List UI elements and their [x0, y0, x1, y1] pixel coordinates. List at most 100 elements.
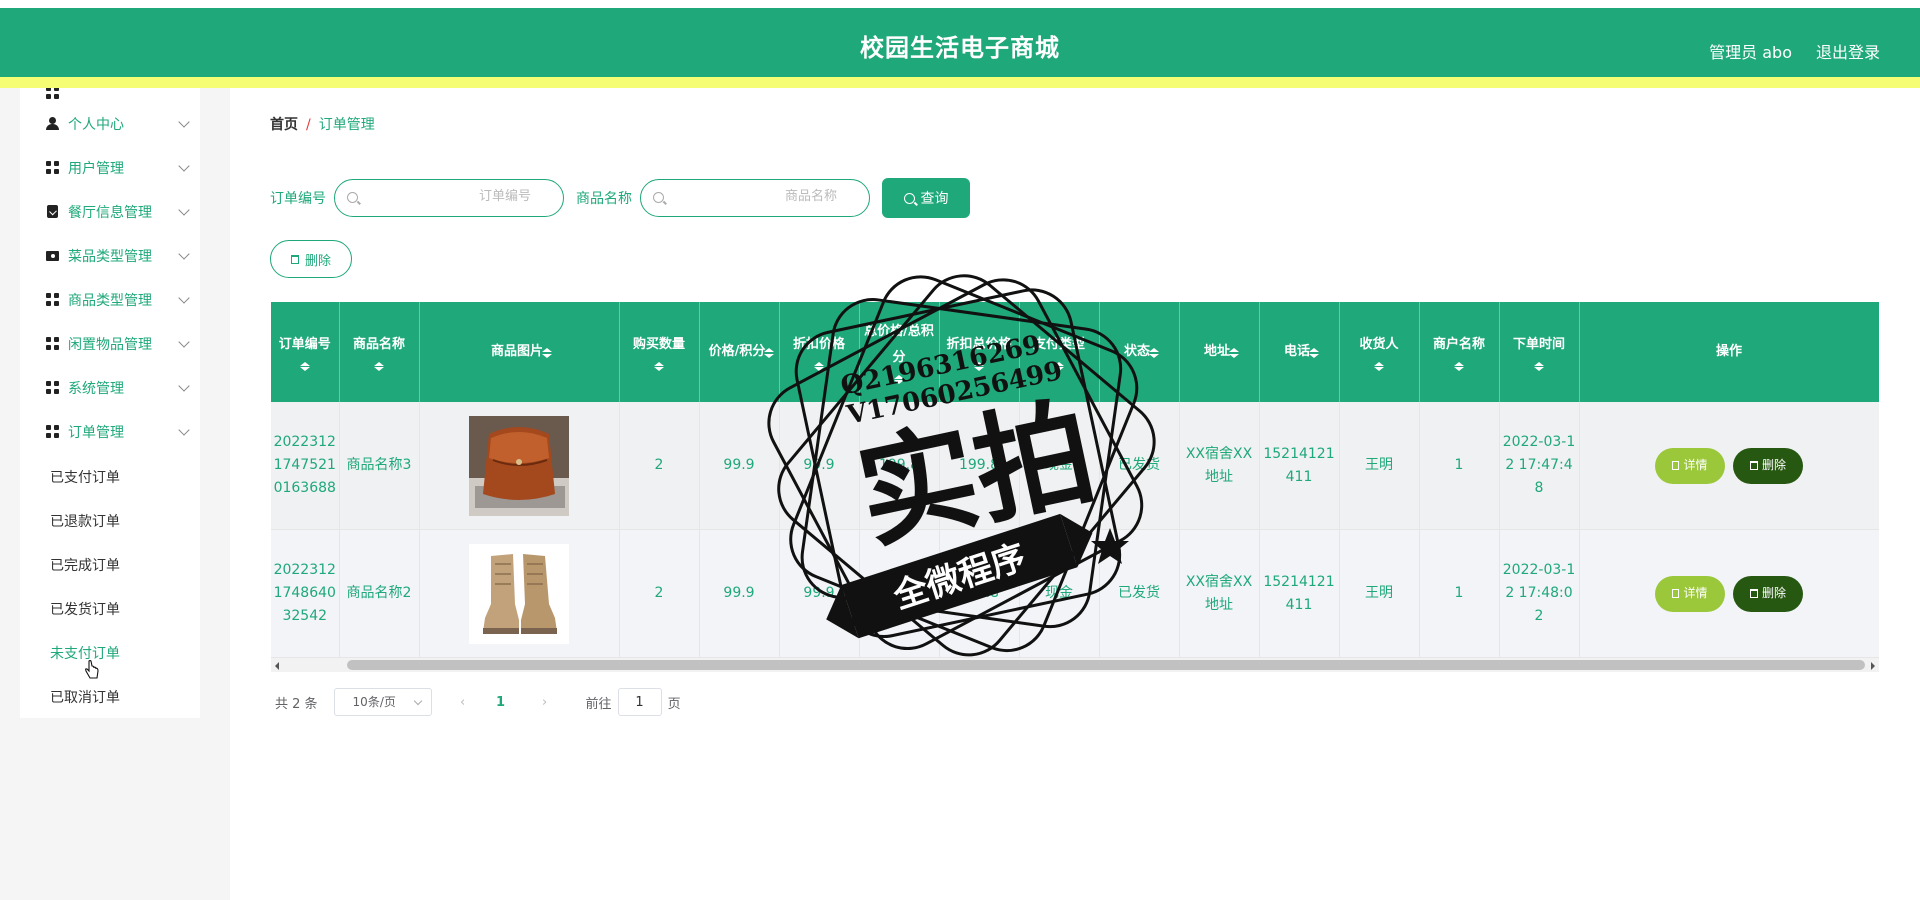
column-header[interactable]: 折扣价格: [779, 302, 860, 402]
sidebar-item-home[interactable]: [20, 88, 200, 102]
breadcrumb-home[interactable]: 首页: [270, 117, 298, 133]
chevron-down-icon: [178, 336, 190, 348]
query-button-label: 查询: [920, 191, 949, 207]
cell-actions: 详情 删除: [1579, 402, 1879, 530]
cell-discount-total: 199.8: [939, 402, 1020, 530]
submenu-unpaid-orders[interactable]: 未支付订单: [20, 630, 200, 674]
sidebar-item-restaurant-management[interactable]: 餐厅信息管理: [20, 190, 200, 234]
column-header[interactable]: 状态: [1099, 302, 1180, 402]
search-icon: [347, 192, 358, 203]
column-header[interactable]: 总价格/总积分: [859, 302, 940, 402]
detail-button-label: 详情: [1683, 458, 1708, 472]
submenu-shipped-orders[interactable]: 已发货订单: [20, 586, 200, 630]
page-number[interactable]: 1: [488, 695, 514, 710]
chevron-down-icon: [178, 116, 190, 128]
column-header[interactable]: 地址: [1179, 302, 1260, 402]
grid-icon: [46, 381, 59, 394]
orders-table: 订单编号 商品名称 商品图片 购买数量 价格/积分 折扣价格 总价格/总积分 折…: [271, 302, 1879, 658]
cell-status: 已发货: [1099, 529, 1180, 658]
cell-time: 2022-03-12 17:48:02: [1499, 529, 1580, 658]
submenu-completed-orders[interactable]: 已完成订单: [20, 542, 200, 586]
sidebar-item-dish-type-management[interactable]: 菜品类型管理: [20, 234, 200, 278]
sort-icon[interactable]: [1534, 358, 1544, 372]
submenu-paid-orders[interactable]: 已支付订单: [20, 454, 200, 498]
row-delete-label: 删除: [1761, 586, 1786, 600]
breadcrumb: 首页 / 订单管理: [270, 114, 375, 134]
sidebar-item-label: 个人中心: [68, 117, 124, 133]
submenu-label: 已发货订单: [50, 602, 120, 618]
submenu-label: 已取消订单: [50, 690, 120, 706]
order-no-search-field: [334, 179, 564, 217]
batch-delete-button[interactable]: 删除: [270, 240, 352, 278]
prev-page-icon[interactable]: ‹: [448, 695, 478, 710]
column-header[interactable]: 购买数量: [619, 302, 700, 402]
sort-icon[interactable]: [814, 358, 824, 372]
row-delete-button[interactable]: 删除: [1733, 575, 1803, 612]
sort-icon[interactable]: [654, 358, 664, 372]
sidebar-item-label: 商品类型管理: [68, 293, 152, 309]
goto-page-input[interactable]: [617, 688, 662, 716]
sidebar-item-user-management[interactable]: 用户管理: [20, 146, 200, 190]
cell-phone: 15214121411: [1259, 529, 1340, 658]
column-header[interactable]: 支付类型: [1019, 302, 1100, 402]
cell-order-no: 20223121747521 0163688: [271, 402, 340, 530]
scrollbar-thumb[interactable]: [347, 660, 1865, 670]
column-header[interactable]: 商品图片: [419, 302, 620, 402]
user-icon: [46, 117, 59, 130]
sidebar-item-product-type-management[interactable]: 商品类型管理: [20, 278, 200, 322]
ticket-icon: [46, 251, 59, 261]
submenu-cancelled-orders[interactable]: 已取消订单: [20, 674, 200, 718]
sidebar-item-idle-goods-management[interactable]: 闲置物品管理: [20, 322, 200, 366]
column-header[interactable]: 商品名称: [339, 302, 420, 402]
detail-button[interactable]: 详情: [1655, 575, 1725, 612]
trash-icon: [1749, 589, 1758, 598]
column-header[interactable]: 收货人: [1339, 302, 1420, 402]
column-header[interactable]: 商户名称: [1419, 302, 1500, 402]
row-delete-button[interactable]: 删除: [1733, 447, 1803, 484]
cell-product-image: [419, 402, 620, 530]
search-bar: 订单编号 商品名称 查询: [270, 178, 970, 218]
table-row: 20223121747521 0163688 商品名称3 2 99.9 99.9…: [271, 402, 1879, 530]
column-header[interactable]: 电话: [1259, 302, 1340, 402]
cell-status: 已发货: [1099, 402, 1180, 530]
product-image-boots[interactable]: [469, 543, 569, 644]
sort-icon[interactable]: [1054, 358, 1064, 372]
row-delete-label: 删除: [1761, 458, 1786, 472]
order-no-input[interactable]: [379, 188, 533, 205]
product-name-input[interactable]: [685, 188, 839, 205]
grid-icon: [46, 161, 59, 174]
query-button[interactable]: 查询: [882, 178, 970, 218]
scroll-right-icon[interactable]: [1871, 662, 1875, 670]
column-header[interactable]: 订单编号: [271, 302, 340, 402]
cell-pay-type: 现金: [1019, 529, 1100, 658]
document-icon: [1672, 461, 1680, 470]
sort-icon[interactable]: [1454, 358, 1464, 372]
submenu-refunded-orders[interactable]: 已退款订单: [20, 498, 200, 542]
detail-button[interactable]: 详情: [1655, 447, 1725, 484]
scroll-left-icon[interactable]: [275, 662, 279, 670]
sort-icon[interactable]: [974, 358, 984, 372]
column-header[interactable]: 折扣总价格: [939, 302, 1020, 402]
sort-icon[interactable]: [299, 358, 310, 372]
breadcrumb-separator: /: [306, 117, 311, 133]
cell-product-name: 商品名称2: [339, 529, 420, 658]
sidebar-item-order-management[interactable]: 订单管理: [20, 410, 200, 454]
logout-link[interactable]: 退出登录: [1816, 39, 1880, 63]
sort-icon[interactable]: [374, 358, 384, 372]
page-size-select[interactable]: 10条/页: [333, 688, 432, 716]
product-image-bag[interactable]: [469, 415, 569, 516]
admin-user-label[interactable]: 管理员 abo: [1709, 39, 1792, 63]
column-header[interactable]: 下单时间: [1499, 302, 1580, 402]
horizontal-scrollbar[interactable]: [271, 658, 1879, 672]
sort-icon[interactable]: [894, 371, 904, 385]
page-suffix: 页: [667, 696, 681, 712]
column-header[interactable]: 价格/积分: [699, 302, 780, 402]
sidebar-item-personal-center[interactable]: 个人中心: [20, 102, 200, 146]
order-no-label: 订单编号: [270, 191, 326, 207]
sort-icon[interactable]: [1374, 358, 1384, 372]
table-row: 2022312174864032542 商品名称2 2 99.9 99.9 19…: [271, 529, 1879, 658]
chevron-down-icon: [178, 424, 190, 436]
sidebar-item-system-management[interactable]: 系统管理: [20, 366, 200, 410]
cell-price: 99.9: [699, 529, 780, 658]
next-page-icon[interactable]: ›: [530, 695, 560, 710]
